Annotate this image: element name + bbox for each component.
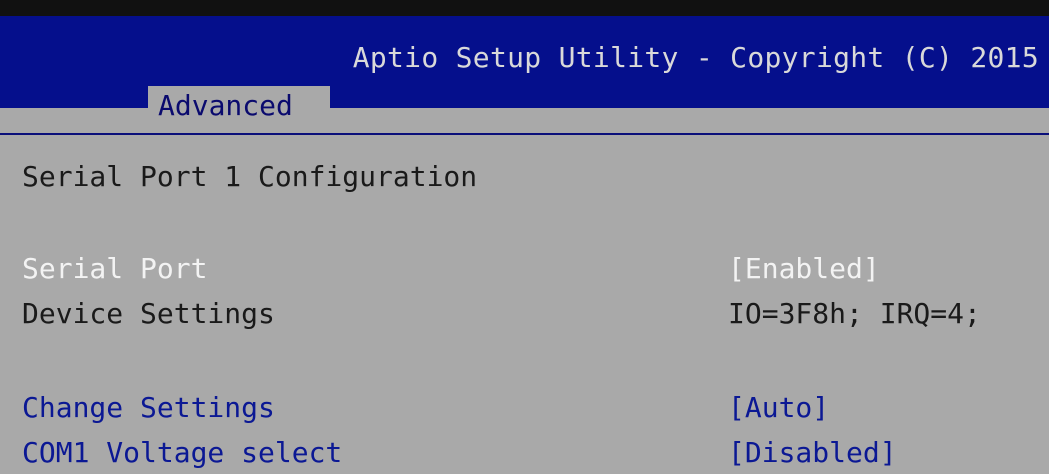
app-title: Aptio Setup Utility - Copyright (C) 2015 [352,41,1039,74]
setting-serial-port-value[interactable]: [Enabled] [728,252,880,285]
setting-com1-voltage-label[interactable]: COM1 Voltage select [22,436,342,469]
tab-advanced[interactable]: Advanced [148,86,330,126]
setting-device-settings-label: Device Settings [22,297,275,330]
setting-change-settings-value[interactable]: [Auto] [728,391,829,424]
header-divider [0,133,1049,135]
setting-device-settings-value: IO=3F8h; IRQ=4; [728,297,981,330]
top-edge-bar [0,0,1049,16]
setting-com1-voltage-value[interactable]: [Disabled] [728,436,897,469]
page-title: Serial Port 1 Configuration [22,160,478,193]
setting-serial-port-label[interactable]: Serial Port [22,252,207,285]
setup-header: Aptio Setup Utility - Copyright (C) 2015… [0,16,1049,126]
setting-change-settings-label[interactable]: Change Settings [22,391,275,424]
